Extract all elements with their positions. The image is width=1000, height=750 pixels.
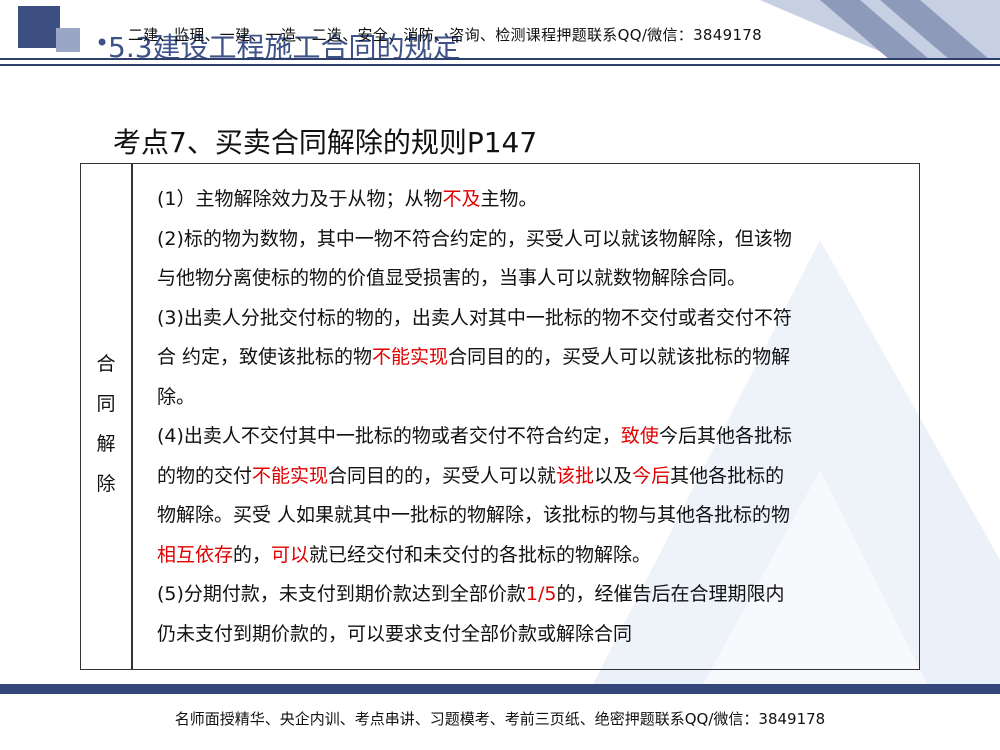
side-label-char: 除	[96, 473, 116, 495]
highlight-text: 1/5	[525, 583, 557, 605]
body-text: 合 约定，致使该批标的物	[157, 346, 373, 368]
content-line: 的物的交付不能实现合同目的的，买受人可以就该批以及今后其他各批标的	[157, 457, 911, 497]
body-text: 合同目的的，买受人可以就	[328, 464, 557, 487]
footer-text: 名师面授精华、央企内训、考点串讲、习题模考、考前三页纸、绝密押题联系QQ/微信：…	[174, 710, 826, 728]
body-text: 合同目的的，买受人可以就该批标的物解	[448, 346, 791, 368]
body-text: (1）主物解除效力及于从物；从物	[157, 188, 443, 210]
body-text: 的，	[233, 543, 272, 566]
content-line: (2)标的物为数物，其中一物不符合约定的，买受人可以就该物解除，但该物	[157, 220, 911, 260]
content-line: 物解除。买受 人如果就其中一批标的物解除，该批标的物与其他各批标的物	[157, 496, 911, 536]
body-text: 除。	[157, 385, 196, 408]
top-watermark-text: 二建、监理、一建、一造、二造、安全、消防、咨询、检测课程押题联系QQ/微信：38…	[128, 26, 762, 44]
side-label-char: 解	[96, 433, 116, 455]
body-text: (4)出卖人不交付其中一批标的物或者交付不符合约定，	[157, 425, 621, 447]
highlight-text: 致使	[620, 425, 659, 447]
body-text: 其他各批标的	[670, 464, 785, 487]
side-label-char: 合	[96, 353, 116, 375]
header-square-dark	[18, 6, 60, 48]
content-line: (5)分期付款，未支付到期价款达到全部价款1/5的，经催告后在合理期限内	[157, 575, 911, 615]
body-text: 仍未支付到期价款的，可以要求支付全部价款或解除合同	[157, 622, 633, 645]
body-text: (3)出卖人分批交付标的物的，出卖人对其中一批标的物不交付或者交付不符	[157, 306, 792, 329]
body-text: 与他物分离使标的物的价值显受损害的，当事人可以就数物解除合同。	[157, 267, 747, 289]
content-line: (3)出卖人分批交付标的物的，出卖人对其中一批标的物不交付或者交付不符	[157, 299, 911, 339]
highlight-text: 不及	[442, 188, 481, 210]
body-text: 物解除。买受 人如果就其中一批标的物解除，该批标的物与其他各批标的物	[157, 504, 791, 526]
page-title: 考点7、买卖合同解除的规则P147	[113, 126, 538, 159]
content-table: 合 同 解 除 (1）主物解除效力及于从物；从物不及主物。 (2)标的物为数物，其…	[80, 163, 920, 670]
side-label-char: 同	[96, 393, 116, 415]
highlight-text: 相互依存	[157, 543, 234, 566]
table-side-label: 合 同 解 除	[81, 344, 131, 504]
body-text: (2)标的物为数物，其中一物不符合约定的，买受人可以就该物解除，但该物	[157, 227, 792, 250]
content-line: 除。	[157, 378, 911, 418]
highlight-text: 可以	[271, 543, 310, 566]
content-line: (1）主物解除效力及于从物；从物不及主物。	[157, 180, 911, 220]
highlight-text: 不能实现	[252, 464, 329, 487]
content-line: 相互依存的，可以就已经交付和未交付的各批标的物解除。	[157, 536, 911, 576]
header-rule	[0, 58, 1000, 60]
body-text: (5)分期付款，未支付到期价款达到全部价款	[157, 583, 526, 605]
table-content: (1）主物解除效力及于从物；从物不及主物。 (2)标的物为数物，其中一物不符合约定…	[157, 180, 911, 654]
content-line: 仍未支付到期价款的，可以要求支付全部价款或解除合同	[157, 615, 911, 655]
header-square-light	[56, 28, 80, 52]
content-line: 与他物分离使标的物的价值显受损害的，当事人可以就数物解除合同。	[157, 259, 911, 299]
body-text: 主物。	[480, 188, 538, 210]
body-text: 今后其他各批标	[658, 425, 792, 447]
body-text: 的物的交付	[157, 464, 253, 487]
header-rule-secondary	[0, 64, 1000, 66]
footer-bar	[0, 684, 1000, 694]
highlight-text: 不能实现	[372, 346, 449, 368]
body-text: 的，经催告后在合理期限内	[556, 583, 785, 605]
body-text: 就已经交付和未交付的各批标的物解除。	[309, 543, 652, 566]
body-text: 以及	[594, 464, 633, 487]
table-column-divider	[131, 164, 133, 669]
content-line: (4)出卖人不交付其中一批标的物或者交付不符合约定，致使今后其他各批标	[157, 417, 911, 457]
highlight-text: 该批	[556, 464, 595, 487]
highlight-text: 今后	[632, 464, 671, 487]
content-line: 合 约定，致使该批标的物不能实现合同目的的，买受人可以就该批标的物解	[157, 338, 911, 378]
